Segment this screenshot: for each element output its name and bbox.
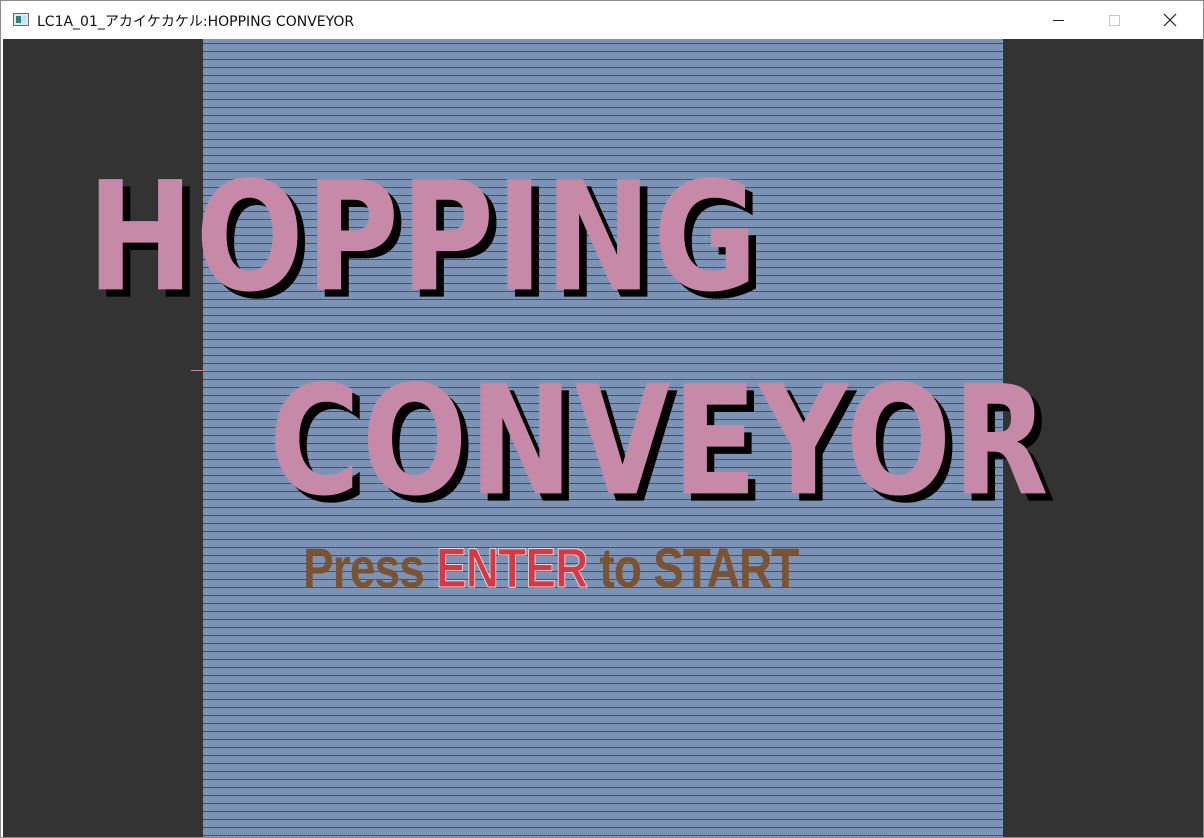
window-title: LC1A_01_アカイケカケル:HOPPING CONVEYOR bbox=[37, 14, 355, 30]
maximize-button[interactable] bbox=[1091, 1, 1137, 39]
logo-conveyor: CONVEYOR bbox=[269, 353, 1050, 530]
logo-hopping: HOPPING bbox=[87, 149, 760, 326]
close-icon bbox=[1163, 13, 1177, 27]
minimize-icon bbox=[1052, 19, 1064, 21]
prompt-enter: ENTER bbox=[435, 536, 589, 600]
close-button[interactable] bbox=[1147, 1, 1193, 39]
title-bar[interactable]: LC1A_01_アカイケカケル:HOPPING CONVEYOR bbox=[1, 1, 1203, 39]
prompt-press: Press bbox=[303, 536, 425, 599]
prompt-start: START bbox=[653, 536, 799, 599]
minimize-button[interactable] bbox=[1035, 1, 1081, 39]
press-enter-prompt: Press ENTER to START bbox=[303, 535, 799, 600]
game-canvas[interactable]: HOPPING CONVEYOR Press ENTER to START bbox=[3, 39, 1203, 837]
decorative-tick bbox=[191, 370, 205, 371]
maximize-icon bbox=[1108, 14, 1120, 26]
game-window: LC1A_01_アカイケカケル:HOPPING CONVEYOR HOPPING… bbox=[0, 0, 1204, 838]
app-icon[interactable] bbox=[13, 13, 29, 26]
prompt-to: to bbox=[599, 536, 642, 599]
